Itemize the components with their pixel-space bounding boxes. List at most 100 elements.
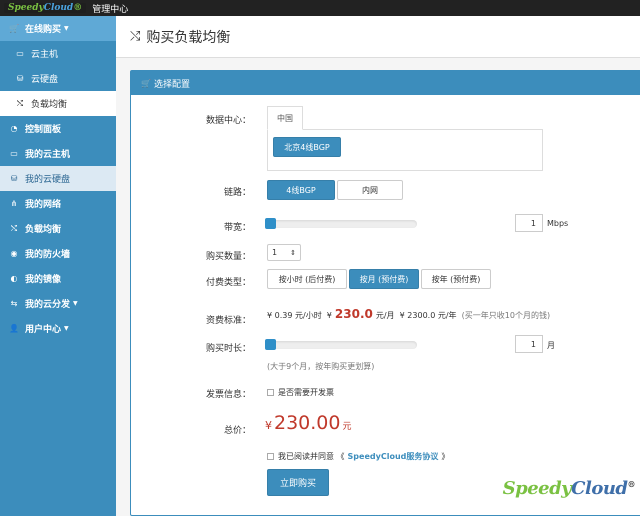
duration-label: 购买时长：	[205, 344, 251, 354]
line-label: 链路：	[223, 188, 251, 198]
sidebar-item-my-disks[interactable]: ⛁ 我的云硬盘	[0, 166, 116, 191]
sidebar-item-my-firewall[interactable]: ◉ 我的防火墙	[0, 241, 116, 266]
disk-icon: ⛁	[16, 74, 24, 83]
invoice-row: 是否需要开发票	[267, 387, 334, 398]
share-icon: ⇆	[10, 299, 18, 308]
brand-mark: ®	[627, 479, 636, 489]
network-icon: ⋔	[10, 199, 18, 208]
sidebar-item-cloud-disk[interactable]: ⛁ 云硬盘	[0, 66, 116, 91]
duration-input[interactable]: 1	[515, 335, 543, 353]
duration-slider-track[interactable]	[267, 341, 417, 349]
bandwidth-label: 带宽：	[223, 223, 251, 233]
config-panel: 🛒 选择配置 数据中心： 中国 北京4线BGP 链路： 4线BGP 内网 带宽：…	[130, 70, 640, 516]
total-currency: ¥	[265, 419, 272, 432]
caret-down-icon: ▼	[64, 325, 69, 332]
billing-option-hourly[interactable]: 按小时 (后付费)	[267, 269, 347, 289]
sidebar-item-my-load-balancer[interactable]: ⤭ 负载均衡	[0, 216, 116, 241]
image-icon: ◐	[10, 274, 18, 283]
sidebar-item-label: 我的云分发	[25, 300, 71, 310]
datacenter-tabs: 中国 北京4线BGP	[267, 106, 543, 171]
quantity-value: 1	[272, 248, 278, 257]
sidebar-item-label: 负载均衡	[31, 100, 68, 110]
shuffle-icon: ⤭	[16, 98, 24, 108]
brand-text-a: Speedy	[502, 478, 572, 499]
price-monthly-value: 230.0	[334, 307, 373, 321]
price-hourly-unit: 元/小时	[295, 311, 322, 320]
cart-icon: 🛒	[9, 24, 19, 33]
sidebar-item-dashboard[interactable]: ◔ 控制面板	[0, 116, 116, 141]
sidebar-item-label: 云主机	[31, 50, 59, 60]
bandwidth-input[interactable]: 1	[515, 214, 543, 232]
total-label: 总价：	[223, 426, 251, 436]
page-title: 购买负载均衡	[146, 29, 231, 46]
brand-text-b: Cloud	[571, 478, 628, 499]
agreement-row: 我已阅读并同意 《 SpeedyCloud服务协议 》	[267, 451, 449, 462]
agreement-close-quote: 》	[441, 452, 450, 461]
total-unit: 元	[342, 422, 352, 432]
sidebar-item-cloud-host[interactable]: ▭ 云主机	[0, 41, 116, 66]
line-option-bgp[interactable]: 4线BGP	[267, 180, 335, 200]
page-header: ⤭ 购买负载均衡	[116, 16, 640, 58]
agreement-link[interactable]: SpeedyCloud服务协议	[348, 451, 439, 462]
billing-label: 付费类型：	[205, 278, 251, 288]
main-content: ⤭ 购买负载均衡 🛒 选择配置 数据中心： 中国 北京4线BGP 链路： 4线B…	[116, 16, 640, 516]
datacenter-tab-content: 北京4线BGP	[267, 129, 543, 171]
monitor-icon: ▭	[10, 149, 18, 158]
caret-down-icon: ▼	[64, 25, 69, 32]
billing-option-monthly[interactable]: 按月 (预付费)	[349, 269, 419, 289]
total-price: ¥ 230.00 元	[265, 412, 352, 434]
sidebar-item-label: 负载均衡	[25, 225, 62, 235]
billing-option-yearly[interactable]: 按年 (预付费)	[421, 269, 491, 289]
bandwidth-slider-handle[interactable]	[265, 218, 276, 229]
panel-title: 选择配置	[153, 79, 190, 90]
sidebar-item-label: 我的镜像	[25, 275, 62, 285]
sidebar-item-buy-online[interactable]: 🛒 在线购买 ▼	[0, 16, 116, 41]
quantity-select[interactable]: 1 ⇕	[267, 244, 301, 261]
currency: ¥	[267, 311, 273, 320]
sidebar-item-label: 我的云主机	[25, 150, 71, 160]
invoice-text: 是否需要开发票	[278, 388, 334, 397]
invoice-checkbox[interactable]	[267, 389, 274, 396]
monitor-icon: ▭	[16, 49, 24, 58]
currency: ¥	[326, 311, 332, 320]
price-yearly-value: 2300.0	[407, 311, 436, 320]
sidebar-item-load-balancer[interactable]: ⤭ 负载均衡	[0, 91, 116, 116]
app-title: 管理中心	[92, 4, 129, 15]
updown-arrow-icon: ⇕	[290, 248, 296, 257]
duration-hint: (大于9个月，按年购买更划算)	[267, 362, 375, 371]
sidebar-item-label: 控制面板	[25, 125, 62, 135]
sidebar-item-my-hosts[interactable]: ▭ 我的云主机	[0, 141, 116, 166]
sidebar-item-my-images[interactable]: ◐ 我的镜像	[0, 266, 116, 291]
price-yearly-unit: 元/年	[437, 311, 457, 320]
sidebar-item-label: 在线购买	[25, 25, 62, 35]
logo[interactable]: SpeedyCloud®	[4, 3, 87, 13]
total-amount: 230.00	[274, 412, 341, 434]
sidebar-item-label: 云硬盘	[31, 75, 59, 85]
panel-heading: 🛒 选择配置	[131, 71, 640, 95]
duration-slider-handle[interactable]	[265, 339, 276, 350]
price-yearly-note: (买一年只收10个月的钱)	[461, 311, 551, 320]
logo-text-a: Speedy	[8, 3, 44, 13]
sidebar-item-label: 我的网络	[25, 200, 62, 210]
datacenter-option-beijing-bgp[interactable]: 北京4线BGP	[273, 137, 341, 157]
buy-now-button[interactable]: 立即购买	[267, 469, 329, 496]
price-hourly-value: 0.39	[274, 311, 293, 320]
currency: ¥	[399, 311, 405, 320]
duration-unit: 月	[547, 341, 555, 350]
top-bar: SpeedyCloud® 管理中心	[0, 0, 640, 16]
agreement-checkbox[interactable]	[267, 453, 274, 460]
shuffle-icon: ⤭	[130, 29, 141, 44]
sidebar-item-my-cdn[interactable]: ⇆ 我的云分发 ▼	[0, 291, 116, 316]
caret-down-icon: ▼	[73, 300, 78, 307]
sidebar-item-label: 我的云硬盘	[25, 175, 71, 185]
agreement-text: 我已阅读并同意	[278, 452, 334, 461]
sidebar-item-label: 我的防火墙	[25, 250, 71, 260]
cart-icon: 🛒	[141, 78, 151, 88]
bandwidth-slider-track[interactable]	[267, 220, 417, 228]
tab-china[interactable]: 中国	[267, 106, 303, 130]
quantity-label: 购买数量：	[205, 252, 251, 262]
line-option-intranet[interactable]: 内网	[337, 180, 403, 200]
sidebar-item-user-center[interactable]: 👤 用户中心 ▼	[0, 316, 116, 341]
sidebar-item-my-network[interactable]: ⋔ 我的网络	[0, 191, 116, 216]
logo-text-b: Cloud	[43, 3, 74, 13]
